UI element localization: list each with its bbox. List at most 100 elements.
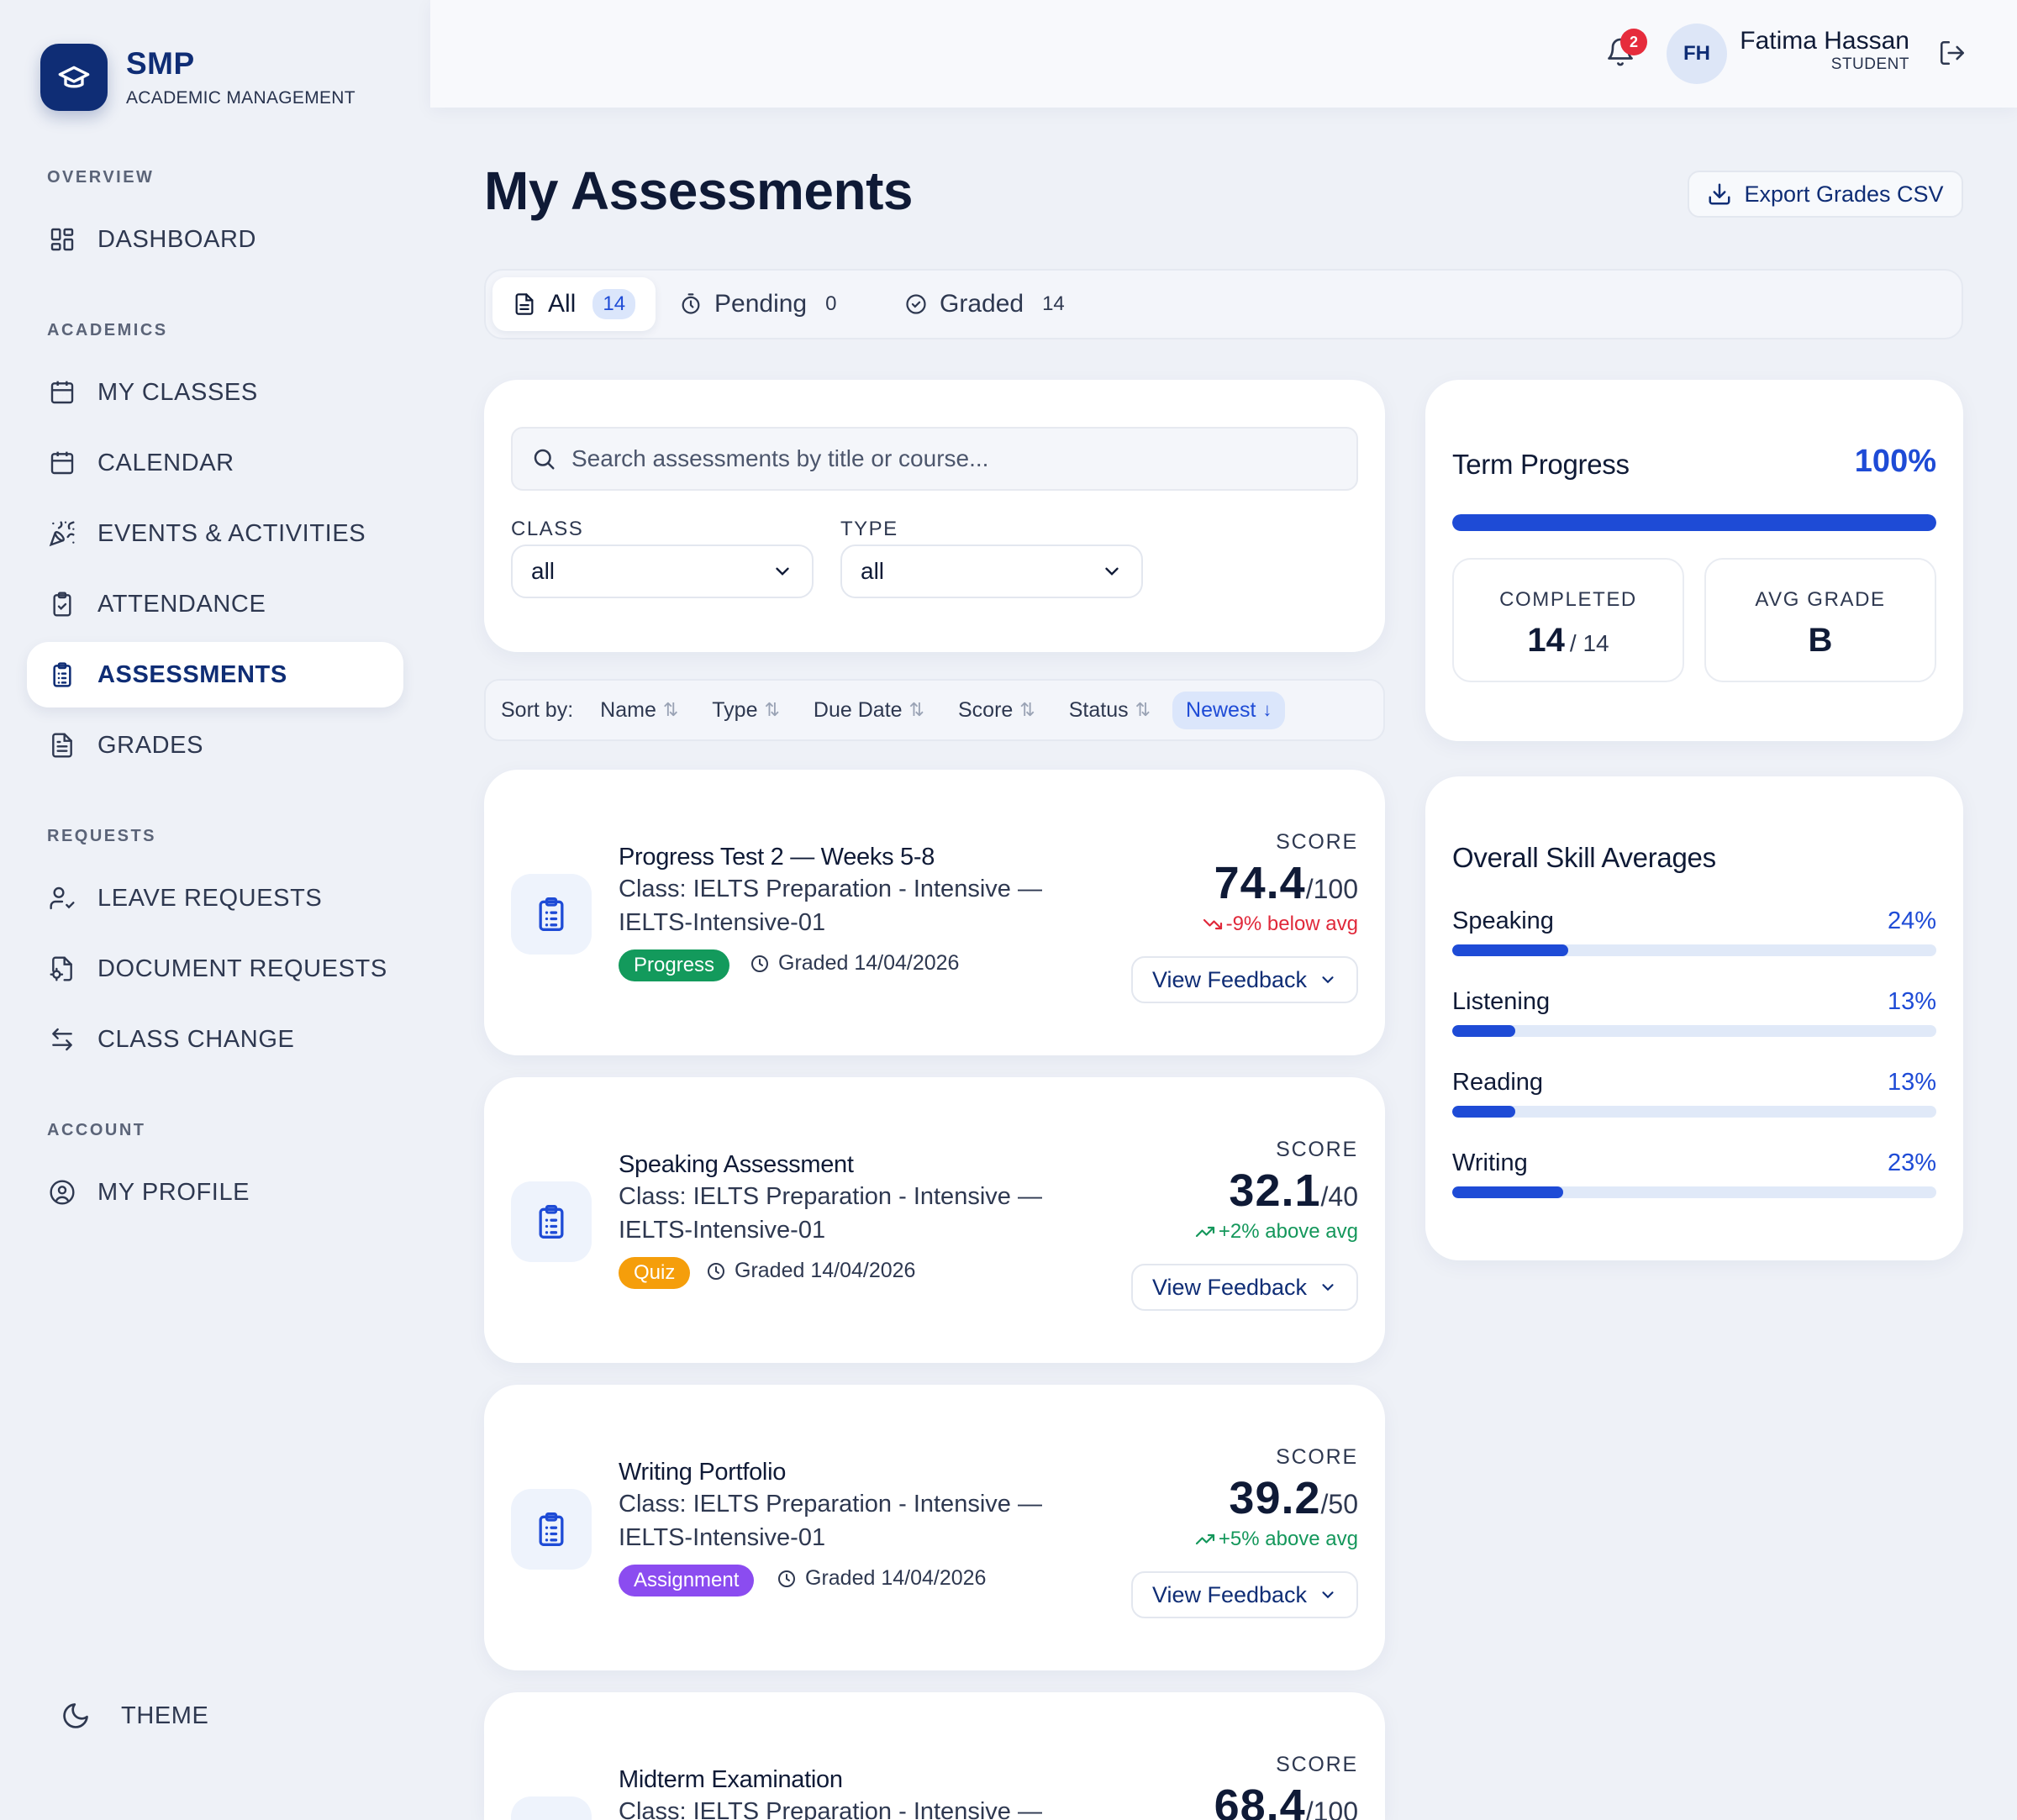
- sort-score[interactable]: Score ⇅: [958, 698, 1035, 723]
- sort-option-label: Type: [712, 697, 758, 722]
- assessment-class: Class: IELTS Preparation - Intensive —: [619, 1798, 1042, 1820]
- assessment-card[interactable]: Midterm Examination Class: IELTS Prepara…: [484, 1692, 1385, 1820]
- skill-bar-fill: [1452, 1106, 1515, 1118]
- tab-all[interactable]: All 14: [492, 277, 656, 331]
- export-label: Export Grades CSV: [1744, 181, 1944, 207]
- search-input[interactable]: [571, 445, 1328, 472]
- user-circle-icon: [47, 1177, 77, 1207]
- check-circle-icon: [904, 292, 928, 316]
- skill-name: Speaking: [1452, 907, 1554, 934]
- export-grades-button[interactable]: Export Grades CSV: [1688, 171, 1963, 218]
- theme-toggle[interactable]: THEME: [61, 1701, 209, 1731]
- type-select-value: all: [861, 558, 885, 584]
- nav-item-label: CLASS CHANGE: [97, 1025, 295, 1053]
- feedback-label: View Feedback: [1151, 1581, 1308, 1607]
- assessment-title: Speaking Assessment: [619, 1151, 854, 1178]
- view-feedback-button[interactable]: View Feedback: [1131, 1571, 1358, 1618]
- sort-arrows-icon: ⇅: [1135, 699, 1151, 720]
- tab-count: 14: [592, 289, 636, 319]
- tab-label: Graded: [940, 290, 1024, 318]
- score-value: 39.2/50: [1229, 1472, 1358, 1524]
- score-value: 68.4/100: [1214, 1780, 1358, 1820]
- score-label: SCORE: [1276, 830, 1358, 854]
- sort-type[interactable]: Type ⇅: [712, 698, 780, 723]
- nav-item-document-requests[interactable]: DOCUMENT REQUESTS: [27, 936, 403, 1002]
- score-max: /100: [1305, 874, 1358, 904]
- sort-arrows-icon: ⇅: [662, 699, 679, 720]
- timer-icon: [679, 292, 703, 316]
- file-text-icon: [47, 730, 77, 760]
- avatar[interactable]: FH: [1667, 24, 1727, 84]
- trend-text: +2% above avg: [1218, 1220, 1358, 1243]
- sort-option-label: Due Date: [813, 697, 903, 722]
- assessment-card[interactable]: Speaking Assessment Class: IELTS Prepara…: [484, 1077, 1385, 1363]
- nav-item-class-change[interactable]: CLASS CHANGE: [27, 1007, 403, 1072]
- assessment-class: Class: IELTS Preparation - Intensive — I…: [619, 1183, 1042, 1244]
- assessment-card[interactable]: Writing Portfolio Class: IELTS Preparati…: [484, 1385, 1385, 1670]
- nav-item-label: ATTENDANCE: [97, 590, 266, 618]
- class-select[interactable]: all: [511, 544, 814, 598]
- nav-item-my-profile[interactable]: MY PROFILE: [27, 1160, 403, 1225]
- brand[interactable]: SMP ACADEMIC MANAGEMENT: [40, 44, 355, 111]
- skill-percent: 24%: [1887, 907, 1936, 934]
- sidebar: SMP ACADEMIC MANAGEMENT OVERVIEW DASHBOA…: [0, 0, 430, 1820]
- tab-graded[interactable]: Graded 14: [904, 277, 1065, 331]
- score-trend: +2% above avg: [1195, 1220, 1358, 1244]
- assessment-class: Class: IELTS Preparation - Intensive — I…: [619, 1491, 1042, 1551]
- dashboard-icon: [47, 224, 77, 255]
- type-select[interactable]: all: [840, 544, 1143, 598]
- type-filter-label: TYPE: [840, 518, 898, 540]
- user-check-icon: [47, 883, 77, 913]
- skill-bar-fill: [1452, 1025, 1515, 1037]
- score-label: SCORE: [1276, 1753, 1358, 1776]
- type-badge: Quiz: [619, 1257, 691, 1289]
- graded-date: Graded 14/04/2026: [750, 951, 959, 976]
- user-name: Fatima Hassan: [1740, 27, 1909, 55]
- nav-item-leave-requests[interactable]: LEAVE REQUESTS: [27, 865, 403, 931]
- view-feedback-button[interactable]: View Feedback: [1131, 1264, 1358, 1311]
- type-badge: Progress: [619, 949, 730, 981]
- trending-up-icon: [1195, 1222, 1215, 1242]
- term-progress-percent: 100%: [1854, 444, 1936, 479]
- avg-grade-value: B: [1808, 622, 1833, 659]
- tab-pending[interactable]: Pending 0: [679, 277, 836, 331]
- nav-item-label: DOCUMENT REQUESTS: [97, 955, 387, 982]
- skill-bar: [1452, 1025, 1936, 1037]
- nav-item-events[interactable]: EVENTS & ACTIVITIES: [27, 501, 403, 566]
- nav-item-dashboard[interactable]: DASHBOARD: [27, 207, 403, 272]
- feedback-label: View Feedback: [1151, 1274, 1308, 1300]
- view-feedback-button[interactable]: View Feedback: [1131, 956, 1358, 1003]
- score-value: 32.1/40: [1229, 1165, 1358, 1217]
- nav-item-grades[interactable]: GRADES: [27, 713, 403, 778]
- clipboard-list-icon: [511, 874, 592, 955]
- feedback-label: View Feedback: [1151, 966, 1308, 992]
- term-progress-bar: [1452, 514, 1936, 531]
- sort-arrows-icon: ⇅: [764, 699, 780, 720]
- calendar-icon: [47, 448, 77, 478]
- tab-count: 0: [825, 292, 837, 315]
- sort-label: Sort by:: [501, 697, 574, 722]
- logout-icon[interactable]: [1938, 39, 1968, 69]
- sort-status[interactable]: Status ⇅: [1069, 698, 1151, 723]
- page-title: My Assessments: [484, 160, 914, 221]
- score-max: /50: [1320, 1489, 1358, 1519]
- assessment-title: Progress Test 2 — Weeks 5-8: [619, 844, 935, 871]
- nav-item-label: DASHBOARD: [97, 225, 257, 253]
- download-icon: [1707, 181, 1732, 207]
- sort-arrows-icon: ⇅: [1019, 699, 1035, 720]
- nav-item-assessments[interactable]: ASSESSMENTS: [27, 642, 403, 707]
- nav-item-calendar[interactable]: CALENDAR: [27, 430, 403, 496]
- tab-label: Pending: [714, 290, 808, 318]
- sort-due-date[interactable]: Due Date ⇅: [814, 698, 924, 723]
- nav-item-attendance[interactable]: ATTENDANCE: [27, 571, 403, 637]
- sort-name[interactable]: Name ⇅: [600, 698, 678, 723]
- sort-newest[interactable]: Newest ↓: [1172, 691, 1286, 729]
- completed-label: COMPLETED: [1499, 588, 1637, 611]
- skill-bar: [1452, 1106, 1936, 1118]
- avg-grade-stat: AVG GRADE B: [1704, 558, 1936, 682]
- graduation-cap-icon: [40, 44, 108, 111]
- nav-item-my-classes[interactable]: MY CLASSES: [27, 360, 403, 425]
- score-value: 74.4/100: [1214, 857, 1358, 909]
- assessment-card[interactable]: Progress Test 2 — Weeks 5-8 Class: IELTS…: [484, 770, 1385, 1055]
- nav-item-label: EVENTS & ACTIVITIES: [97, 519, 366, 547]
